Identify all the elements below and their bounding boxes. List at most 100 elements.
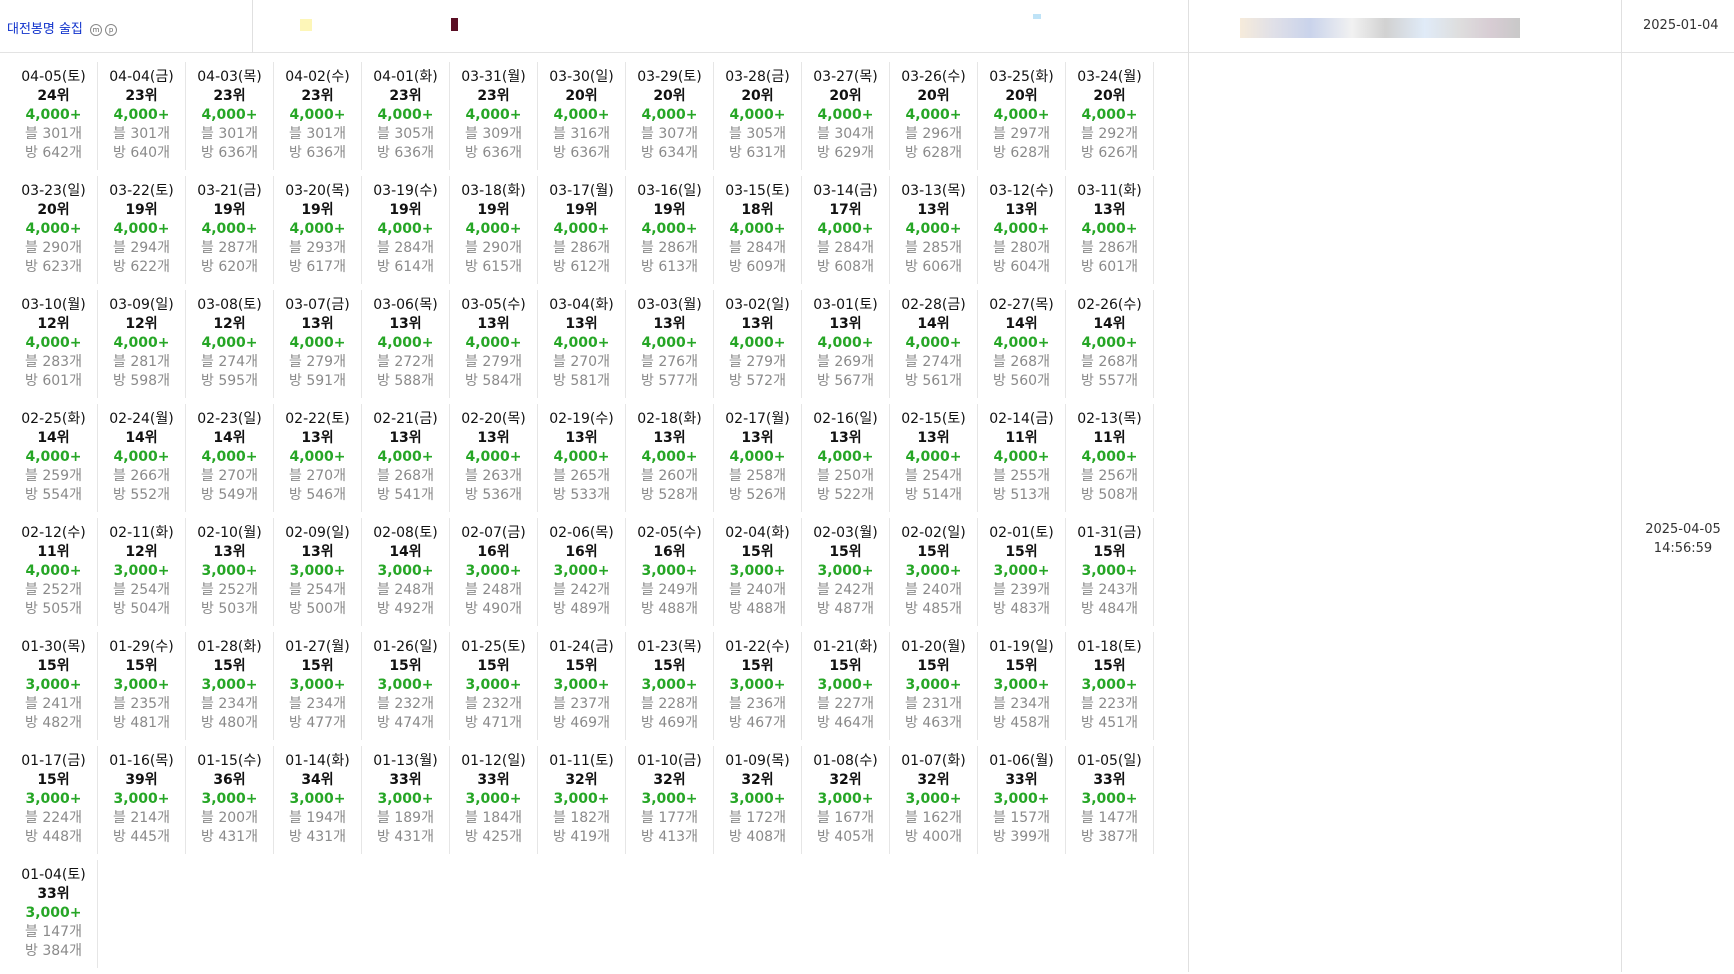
- day-entry: 02-27(목) 14위 4,000+ 블 268개 방 560개: [978, 290, 1066, 398]
- keyword-title[interactable]: 대전봉명 술집 mp: [7, 18, 118, 37]
- entry-date: 04-03(목): [197, 69, 262, 85]
- keyword-title-text[interactable]: 대전봉명 술집: [7, 22, 83, 37]
- entry-date: 01-22(수): [725, 639, 790, 655]
- entry-rank: 20위: [565, 88, 598, 104]
- day-entry: 02-07(금) 16위 3,000+ 블 248개 방 490개: [450, 518, 538, 626]
- entry-visitors: 4,000+: [553, 449, 610, 465]
- entry-room-count: 방 477개: [289, 715, 346, 731]
- entry-rank: 23위: [301, 88, 334, 104]
- entry-room-count: 방 591개: [289, 373, 346, 389]
- day-entry: 01-07(화) 32위 3,000+ 블 162개 방 400개: [890, 746, 978, 854]
- p-icon[interactable]: p: [105, 24, 118, 36]
- entry-visitors: 4,000+: [289, 107, 346, 123]
- day-entry: 03-15(토) 18위 4,000+ 블 284개 방 609개: [714, 176, 802, 284]
- entry-room-count: 방 595개: [201, 373, 258, 389]
- entry-date: 03-04(화): [549, 297, 614, 313]
- day-entry: 02-17(월) 13위 4,000+ 블 258개 방 526개: [714, 404, 802, 512]
- entry-rank: 20위: [653, 88, 686, 104]
- entry-visitors: 4,000+: [905, 335, 962, 351]
- entry-rank: 39위: [125, 772, 158, 788]
- entry-date: 02-26(수): [1077, 297, 1142, 313]
- m-icon[interactable]: m: [90, 24, 103, 36]
- entry-room-count: 방 463개: [905, 715, 962, 731]
- entry-room-count: 방 405개: [817, 829, 874, 845]
- entry-room-count: 방 451개: [1081, 715, 1138, 731]
- entry-date: 01-15(수): [197, 753, 262, 769]
- entry-rank: 20위: [829, 88, 862, 104]
- day-entry: 01-31(금) 15위 3,000+ 블 243개 방 484개: [1066, 518, 1154, 626]
- entry-date: 02-07(금): [461, 525, 526, 541]
- entry-date: 01-08(수): [813, 753, 878, 769]
- entry-blog-count: 블 280개: [993, 240, 1050, 256]
- entry-visitors: 3,000+: [289, 563, 346, 579]
- entry-blog-count: 블 259개: [25, 468, 82, 484]
- entry-date: 02-03(월): [813, 525, 878, 541]
- day-entry: 03-21(금) 19위 4,000+ 블 287개 방 620개: [186, 176, 274, 284]
- entry-room-count: 방 400개: [905, 829, 962, 845]
- entry-room-count: 방 557개: [1081, 373, 1138, 389]
- entry-date: 01-31(금): [1077, 525, 1142, 541]
- day-entry: 02-19(수) 13위 4,000+ 블 265개 방 533개: [538, 404, 626, 512]
- entry-rank: 13위: [1093, 202, 1126, 218]
- day-entry: 01-27(월) 15위 3,000+ 블 234개 방 477개: [274, 632, 362, 740]
- entry-visitors: 3,000+: [1081, 677, 1138, 693]
- entry-blog-count: 블 279개: [289, 354, 346, 370]
- entry-rank: 13위: [477, 316, 510, 332]
- redacted-block: [300, 19, 312, 31]
- entry-visitors: 4,000+: [201, 335, 258, 351]
- entry-visitors: 4,000+: [905, 107, 962, 123]
- entry-blog-count: 블 286개: [553, 240, 610, 256]
- entry-visitors: 3,000+: [201, 791, 258, 807]
- entry-blog-count: 블 236개: [729, 696, 786, 712]
- entry-rank: 23위: [125, 88, 158, 104]
- entry-rank: 32위: [917, 772, 950, 788]
- entry-visitors: 3,000+: [817, 677, 874, 693]
- entry-visitors: 4,000+: [25, 563, 82, 579]
- day-entry: 03-03(월) 13위 4,000+ 블 276개 방 577개: [626, 290, 714, 398]
- entry-date: 03-14(금): [813, 183, 878, 199]
- entry-visitors: 3,000+: [201, 677, 258, 693]
- entry-blog-count: 블 228개: [641, 696, 698, 712]
- entry-rank: 23위: [213, 88, 246, 104]
- entry-blog-count: 블 252개: [201, 582, 258, 598]
- day-entry: 03-26(수) 20위 4,000+ 블 296개 방 628개: [890, 62, 978, 170]
- entry-date: 02-24(월): [109, 411, 174, 427]
- entry-rank: 12위: [125, 316, 158, 332]
- day-entry: 02-04(화) 15위 3,000+ 블 240개 방 488개: [714, 518, 802, 626]
- entry-rank: 32위: [829, 772, 862, 788]
- entry-room-count: 방 419개: [553, 829, 610, 845]
- entry-rank: 19위: [653, 202, 686, 218]
- entry-date: 01-18(토): [1077, 639, 1142, 655]
- entry-blog-count: 블 249개: [641, 582, 698, 598]
- entry-blog-count: 블 254개: [905, 468, 962, 484]
- entry-date: 01-12(일): [461, 753, 526, 769]
- day-entry: 02-25(화) 14위 4,000+ 블 259개 방 554개: [10, 404, 98, 512]
- day-entry: 01-05(일) 33위 3,000+ 블 147개 방 387개: [1066, 746, 1154, 854]
- entry-blog-count: 블 263개: [465, 468, 522, 484]
- entry-date: 01-21(화): [813, 639, 878, 655]
- entry-visitors: 3,000+: [817, 563, 874, 579]
- day-entry: 01-30(목) 15위 3,000+ 블 241개 방 482개: [10, 632, 98, 740]
- entry-date: 03-10(월): [21, 297, 86, 313]
- entry-visitors: 3,000+: [289, 677, 346, 693]
- entry-blog-count: 블 285개: [905, 240, 962, 256]
- entry-visitors: 3,000+: [729, 563, 786, 579]
- entry-room-count: 방 620개: [201, 259, 258, 275]
- entry-rank: 15위: [565, 658, 598, 674]
- entry-blog-count: 블 266개: [113, 468, 170, 484]
- day-entry: 01-21(화) 15위 3,000+ 블 227개 방 464개: [802, 632, 890, 740]
- entry-visitors: 3,000+: [113, 791, 170, 807]
- entry-date: 01-06(월): [989, 753, 1054, 769]
- entry-visitors: 3,000+: [465, 677, 522, 693]
- day-entry: 02-11(화) 12위 3,000+ 블 254개 방 504개: [98, 518, 186, 626]
- entry-blog-count: 블 167개: [817, 810, 874, 826]
- entry-room-count: 방 469개: [641, 715, 698, 731]
- entry-room-count: 방 448개: [25, 829, 82, 845]
- entry-rank: 32위: [565, 772, 598, 788]
- entry-date: 01-14(화): [285, 753, 350, 769]
- entry-visitors: 3,000+: [641, 563, 698, 579]
- entry-rank: 15위: [477, 658, 510, 674]
- day-entry: 02-20(목) 13위 4,000+ 블 263개 방 536개: [450, 404, 538, 512]
- entry-blog-count: 블 307개: [641, 126, 698, 142]
- day-entry: 03-22(토) 19위 4,000+ 블 294개 방 622개: [98, 176, 186, 284]
